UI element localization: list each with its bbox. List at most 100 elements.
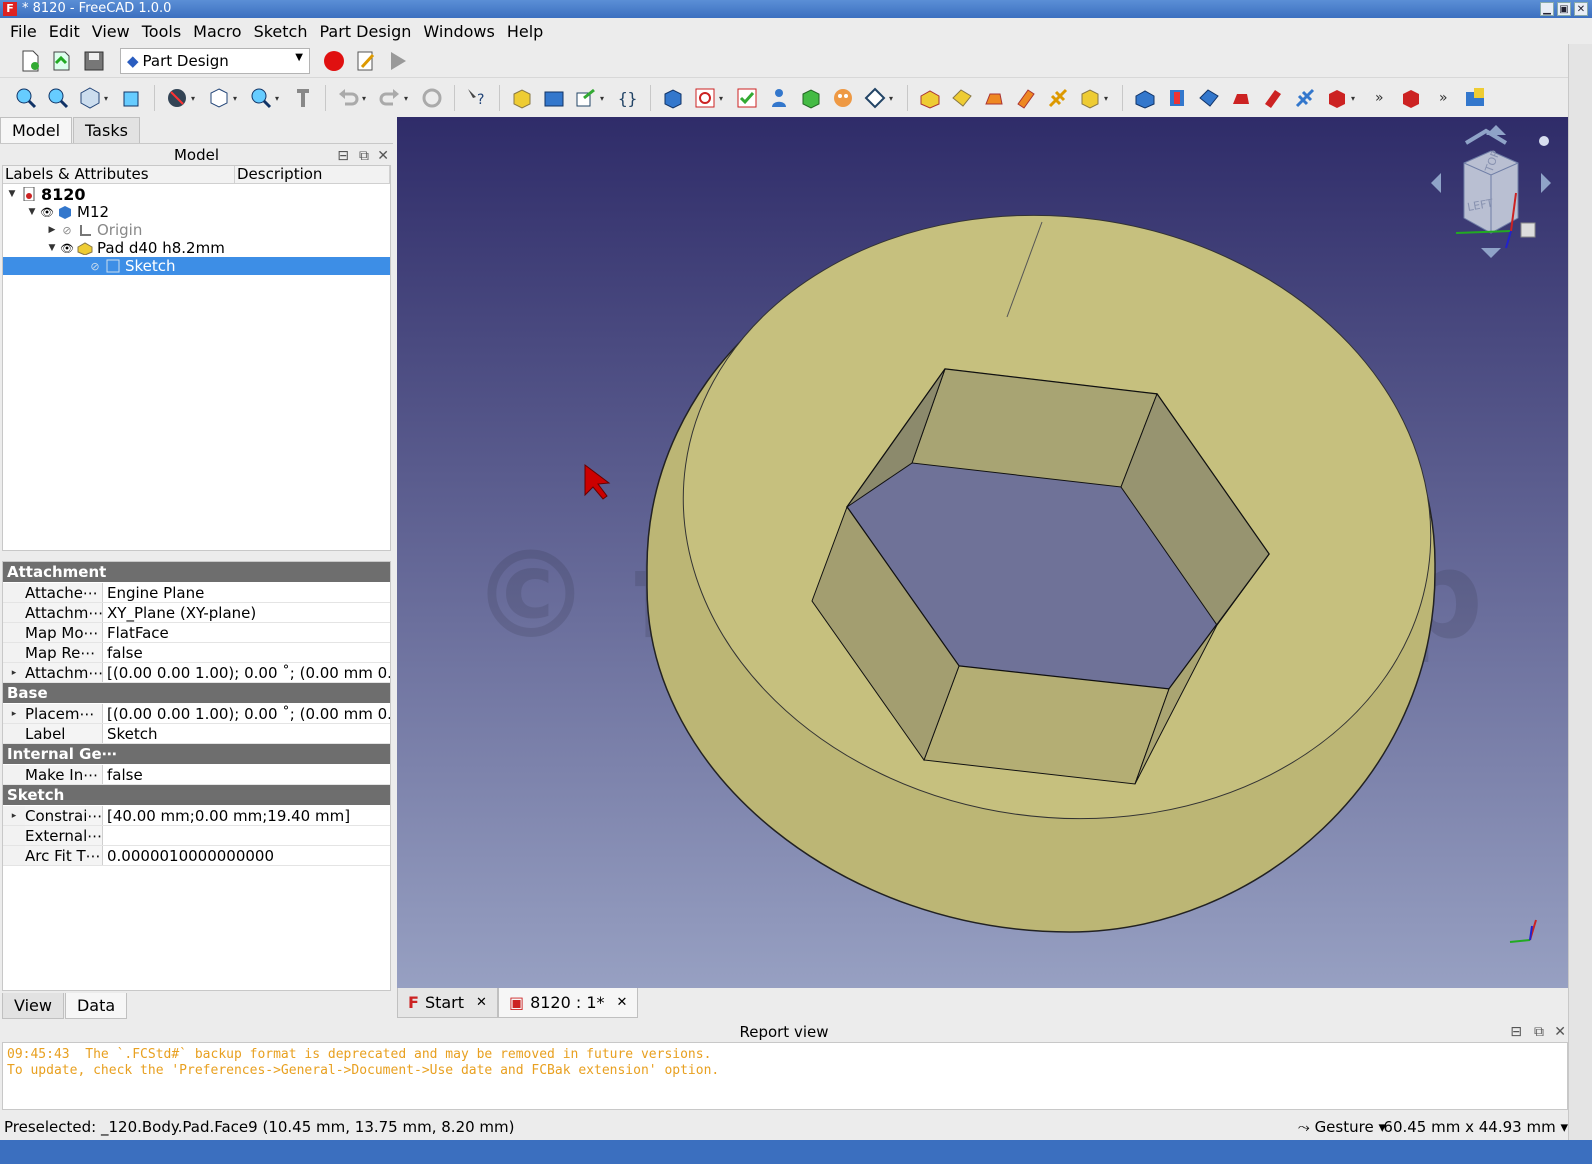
sketch-attach-icon[interactable]: [1462, 85, 1488, 111]
shape-binder-icon[interactable]: [766, 85, 792, 111]
zoom-icon[interactable]: [248, 85, 274, 111]
eye-icon[interactable]: 👁: [39, 206, 55, 219]
column-description[interactable]: Description: [235, 166, 390, 183]
save-document-icon[interactable]: [81, 48, 107, 74]
3d-viewport[interactable]: © fisherman.jp TOP LEFT: [397, 117, 1568, 988]
draw-style-icon[interactable]: [164, 85, 190, 111]
menu-windows[interactable]: Windows: [417, 22, 500, 41]
tab-view[interactable]: View: [2, 993, 64, 1019]
dimension-display[interactable]: 60.45 mm x 44.93 mm ▾: [1383, 1114, 1568, 1140]
float-panel-icon[interactable]: ⧉: [1534, 1022, 1544, 1042]
property-row[interactable]: ▸ Attachm⋯ [(0.00 0.00 1.00); 0.00 ˚; (0.0…: [3, 663, 390, 683]
additive-loft-icon[interactable]: [981, 85, 1007, 111]
property-row[interactable]: Make In⋯ false: [3, 765, 390, 785]
clone-icon[interactable]: [830, 85, 856, 111]
record-macro-icon[interactable]: [321, 48, 347, 74]
property-row[interactable]: ▸ Placem⋯ [(0.00 0.00 1.00); 0.00 ˚; (0.00…: [3, 704, 390, 724]
menu-sketch[interactable]: Sketch: [248, 22, 314, 41]
report-view[interactable]: 09:45:43 The `.FCStd#` backup format is …: [2, 1042, 1568, 1110]
menu-edit[interactable]: Edit: [43, 22, 86, 41]
tree-item-document[interactable]: ▼ 8120: [5, 185, 86, 204]
property-row[interactable]: Attachm⋯ XY_Plane (XY-plane): [3, 603, 390, 623]
float-panel-icon[interactable]: ⧉: [359, 145, 369, 167]
menu-view[interactable]: View: [86, 22, 136, 41]
property-value[interactable]: 0.0000010000000000: [103, 846, 390, 865]
property-row[interactable]: Arc Fit T⋯ 0.0000010000000000: [3, 846, 390, 866]
maximize-button[interactable]: ▣: [1557, 2, 1571, 16]
property-row[interactable]: Attache⋯ Engine Plane: [3, 583, 390, 603]
toolbar-overflow-icon[interactable]: »: [1375, 90, 1384, 106]
workbench-selector[interactable]: ◆ Part Design ▼: [120, 47, 310, 74]
property-value[interactable]: [103, 826, 390, 845]
std-views-icon[interactable]: [206, 85, 232, 111]
refresh-icon[interactable]: [419, 85, 445, 111]
collapse-arrow-icon[interactable]: ▼: [5, 189, 19, 199]
property-value[interactable]: [(0.00 0.00 1.00); 0.00 ˚; (0.00 mm 0.⋯: [103, 663, 390, 682]
property-value[interactable]: XY_Plane (XY-plane): [103, 603, 390, 622]
menu-file[interactable]: File: [4, 22, 43, 41]
pad-icon[interactable]: [917, 85, 943, 111]
additive-helix-icon[interactable]: [1045, 85, 1071, 111]
new-sketch-icon[interactable]: [692, 85, 718, 111]
eye-hidden-icon[interactable]: ⊘: [59, 224, 75, 237]
close-panel-icon[interactable]: ✕: [377, 145, 389, 167]
navigation-style-selector[interactable]: ⤳ Gesture ▾: [1298, 1114, 1386, 1140]
revolution-icon[interactable]: [949, 85, 975, 111]
open-document-icon[interactable]: [49, 48, 75, 74]
tree-item-pad[interactable]: ▼ 👁 Pad d40 h8.2mm: [45, 239, 225, 257]
property-value[interactable]: false: [103, 765, 390, 784]
subtractive-primitive-icon[interactable]: [1324, 85, 1350, 111]
edit-macro-icon[interactable]: [353, 48, 379, 74]
create-body-blue-icon[interactable]: [660, 85, 686, 111]
tab-tasks[interactable]: Tasks: [73, 117, 140, 143]
collapse-arrow-icon[interactable]: ▼: [45, 243, 59, 253]
property-group-header[interactable]: Base: [3, 683, 390, 703]
close-tab-icon[interactable]: ✕: [617, 995, 628, 1010]
property-group-header[interactable]: Attachment: [3, 562, 390, 582]
property-value[interactable]: FlatFace: [103, 623, 390, 642]
bounding-box-icon[interactable]: [119, 85, 145, 111]
property-row[interactable]: Map Re⋯ false: [3, 643, 390, 663]
tree-item-origin[interactable]: ▶ ⊘ Origin: [45, 221, 143, 239]
property-group-header[interactable]: Sketch: [3, 785, 390, 805]
property-value[interactable]: false: [103, 643, 390, 662]
tab-data[interactable]: Data: [64, 993, 128, 1019]
expand-arrow-icon[interactable]: ▸: [3, 663, 25, 682]
eye-icon[interactable]: 👁: [59, 242, 75, 255]
pocket-icon[interactable]: [1132, 85, 1158, 111]
close-panel-icon[interactable]: ✕: [1554, 1022, 1566, 1042]
subshape-binder-icon[interactable]: [798, 85, 824, 111]
fit-all-icon[interactable]: [13, 85, 39, 111]
property-row[interactable]: ▸ Constrai⋯ [40.00 mm;0.00 mm;19.40 mm]: [3, 806, 390, 826]
menu-help[interactable]: Help: [501, 22, 549, 41]
tab-model[interactable]: Model: [0, 117, 73, 143]
expand-arrow-icon[interactable]: ▶: [45, 225, 59, 235]
run-macro-icon[interactable]: [385, 48, 411, 74]
expand-arrow-icon[interactable]: ▸: [3, 704, 25, 723]
mirrored-icon[interactable]: [1398, 85, 1424, 111]
additive-pipe-icon[interactable]: [1013, 85, 1039, 111]
whats-this-icon[interactable]: ?: [464, 85, 490, 111]
property-row[interactable]: Label Sketch: [3, 724, 390, 744]
eye-hidden-icon[interactable]: ⊘: [87, 260, 103, 273]
tree-item-sketch[interactable]: ⊘ Sketch: [3, 257, 390, 275]
collapse-panel-icon[interactable]: ⊟: [337, 145, 349, 167]
redo-icon[interactable]: [377, 85, 403, 111]
menu-tools[interactable]: Tools: [136, 22, 187, 41]
subtractive-helix-icon[interactable]: [1292, 85, 1318, 111]
collapse-panel-icon[interactable]: ⊟: [1510, 1022, 1522, 1042]
fit-selection-icon[interactable]: [45, 85, 71, 111]
hole-icon[interactable]: [1164, 85, 1190, 111]
ring-model[interactable]: [644, 168, 1470, 933]
validate-sketch-icon[interactable]: [734, 85, 760, 111]
create-body-icon[interactable]: [509, 85, 535, 111]
property-group-header[interactable]: Internal Ge⋯: [3, 744, 390, 764]
navigation-cube[interactable]: TOP LEFT: [1426, 123, 1556, 267]
property-row[interactable]: External⋯: [3, 826, 390, 846]
tab-document[interactable]: ▣ 8120 : 1* ✕: [497, 988, 639, 1018]
tree-item-body[interactable]: ▼ 👁 M12: [25, 203, 110, 221]
property-row[interactable]: Map Mo⋯ FlatFace: [3, 623, 390, 643]
additive-primitive-icon[interactable]: [1077, 85, 1103, 111]
datum-plane-icon[interactable]: [862, 85, 888, 111]
isometric-view-icon[interactable]: [77, 85, 103, 111]
